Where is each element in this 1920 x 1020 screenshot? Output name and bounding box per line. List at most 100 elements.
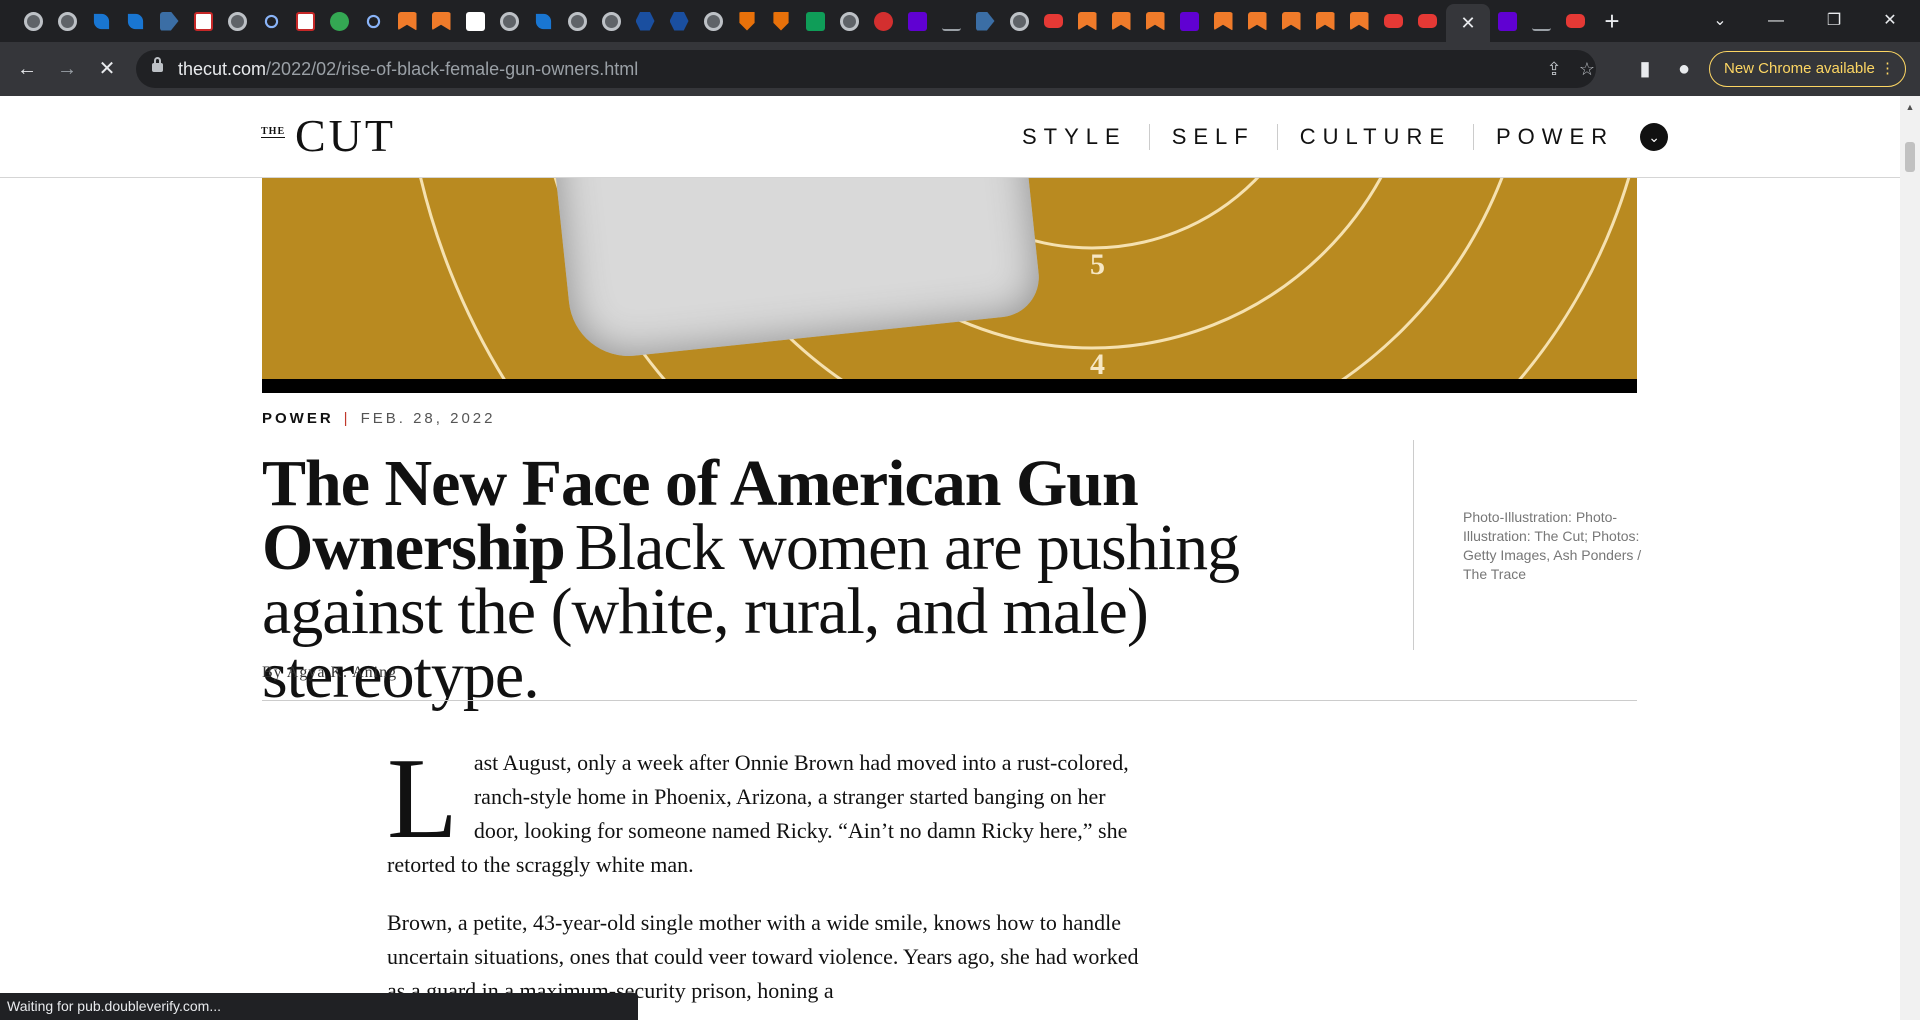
globe-favicon-icon <box>567 11 587 31</box>
scroll-thumb[interactable] <box>1905 142 1915 172</box>
browser-tab[interactable] <box>1206 9 1240 33</box>
browser-tab[interactable] <box>662 9 696 33</box>
address-bar[interactable]: thecut.com/2022/02/rise-of-black-female-… <box>136 50 1596 88</box>
nav-style[interactable]: STYLE <box>1000 122 1149 152</box>
browser-tab[interactable] <box>696 9 730 33</box>
browser-tab[interactable] <box>1002 9 1036 33</box>
browser-tab[interactable] <box>1274 9 1308 33</box>
browser-tab[interactable] <box>220 9 254 33</box>
share-icon[interactable]: ⇪ <box>1539 54 1569 84</box>
nav-self[interactable]: SELF <box>1150 122 1277 152</box>
browser-tab[interactable] <box>1070 9 1104 33</box>
browser-tab[interactable] <box>356 9 390 33</box>
tab-search-button[interactable]: ⌄ <box>1700 6 1740 36</box>
publish-date: FEB. 28, 2022 <box>360 410 496 427</box>
browser-tab[interactable] <box>254 9 288 33</box>
browser-tab[interactable] <box>84 9 118 33</box>
bi-favicon-icon <box>295 11 315 31</box>
close-window-button[interactable]: ✕ <box>1870 6 1910 36</box>
browser-tab[interactable] <box>152 9 186 33</box>
stop-loading-button[interactable]: ✕ <box>92 54 122 84</box>
bookmark-favicon-icon <box>1349 11 1369 31</box>
browser-tab[interactable] <box>730 9 764 33</box>
side-panel-icon[interactable]: ▮ <box>1630 54 1660 84</box>
browser-tab[interactable] <box>594 9 628 33</box>
browser-tab[interactable] <box>186 9 220 33</box>
browser-tab[interactable] <box>1172 9 1206 33</box>
globe-favicon-icon <box>703 11 723 31</box>
browser-tab[interactable] <box>866 9 900 33</box>
tab-list-right <box>1490 9 1592 33</box>
globe-favicon-icon <box>1009 11 1029 31</box>
section-nav: STYLE SELF CULTURE POWER ⌄ <box>1000 122 1669 152</box>
browser-tab[interactable] <box>798 9 832 33</box>
browser-tab[interactable] <box>492 9 526 33</box>
url-text[interactable]: thecut.com/2022/02/rise-of-black-female-… <box>178 50 638 88</box>
lili-favicon-icon <box>941 12 961 31</box>
bookmark-favicon-icon <box>1077 11 1097 31</box>
browser-tab[interactable] <box>1376 9 1410 33</box>
browser-tab[interactable] <box>764 9 798 33</box>
close-tab-icon[interactable]: ✕ <box>1460 13 1475 34</box>
browser-tab[interactable] <box>526 9 560 33</box>
yahoo-favicon-icon <box>907 11 927 31</box>
browser-tab[interactable] <box>900 9 934 33</box>
browser-tab[interactable] <box>1490 9 1524 33</box>
browser-tab[interactable] <box>16 9 50 33</box>
restore-button[interactable]: ❐ <box>1814 6 1854 36</box>
back-button[interactable]: ← <box>12 54 42 84</box>
browser-tab[interactable] <box>560 9 594 33</box>
t7-favicon-icon <box>465 11 485 31</box>
browser-tab[interactable] <box>288 9 322 33</box>
minimize-button[interactable]: — <box>1756 6 1796 36</box>
rubric-link[interactable]: POWER <box>262 410 334 427</box>
browser-tab[interactable] <box>1138 9 1172 33</box>
browser-tab[interactable] <box>322 9 356 33</box>
scroll-up-icon[interactable]: ▲ <box>1905 102 1915 112</box>
page-scrollbar[interactable]: ▲ <box>1900 96 1920 1020</box>
bookmark-favicon-icon <box>431 11 451 31</box>
new-tab-button[interactable]: + <box>1598 6 1626 36</box>
browser-tab[interactable] <box>1036 9 1070 33</box>
forward-button[interactable]: → <box>52 54 82 84</box>
article-kicker: POWER | FEB. 28, 2022 <box>262 410 495 427</box>
logo-the: THE <box>261 126 286 138</box>
chrome-menu-icon[interactable]: ⋮ <box>1880 52 1895 86</box>
nav-power[interactable]: POWER <box>1474 122 1636 152</box>
browser-tab[interactable] <box>1104 9 1138 33</box>
bookmark-star-icon[interactable]: ☆ <box>1572 54 1602 84</box>
browser-tab[interactable] <box>1308 9 1342 33</box>
bookmark-favicon-icon <box>1213 11 1233 31</box>
new-chrome-available-button[interactable]: New Chrome available ⋮ <box>1709 51 1906 87</box>
profile-icon[interactable]: ● <box>1669 54 1699 84</box>
globe-favicon-icon <box>57 11 77 31</box>
browser-tab[interactable] <box>50 9 84 33</box>
nav-culture[interactable]: CULTURE <box>1278 122 1473 152</box>
browser-tab[interactable] <box>832 9 866 33</box>
active-tab[interactable]: ✕ <box>1446 4 1490 42</box>
browser-tab[interactable] <box>1240 9 1274 33</box>
browser-tab[interactable] <box>1524 9 1558 33</box>
menu-chevron-icon[interactable]: ⌄ <box>1640 123 1669 151</box>
browser-tab[interactable] <box>1558 9 1592 33</box>
browser-tab[interactable] <box>458 9 492 33</box>
browser-tab[interactable] <box>424 9 458 33</box>
tab-list <box>16 9 1478 33</box>
play-favicon-icon <box>329 11 349 31</box>
yt-favicon-icon <box>1383 14 1403 28</box>
browser-tab[interactable] <box>628 9 662 33</box>
bookmark-favicon-icon <box>397 11 417 31</box>
byline[interactable]: By Agya K. Aning <box>262 664 397 682</box>
lili-favicon-icon <box>1531 12 1551 31</box>
lock-icon[interactable] <box>152 57 163 72</box>
browser-tab[interactable] <box>118 9 152 33</box>
status-bubble: Waiting for pub.doubleverify.com... <box>0 993 638 1020</box>
browser-tab[interactable] <box>934 9 968 33</box>
browser-tab[interactable] <box>968 9 1002 33</box>
browser-tab[interactable] <box>390 9 424 33</box>
bookmark-favicon-icon <box>1111 11 1131 31</box>
browser-tab[interactable] <box>1410 9 1444 33</box>
browser-tab[interactable] <box>1342 9 1376 33</box>
bookmark-favicon-icon <box>1315 11 1335 31</box>
logo-cut: CUT <box>295 110 396 161</box>
